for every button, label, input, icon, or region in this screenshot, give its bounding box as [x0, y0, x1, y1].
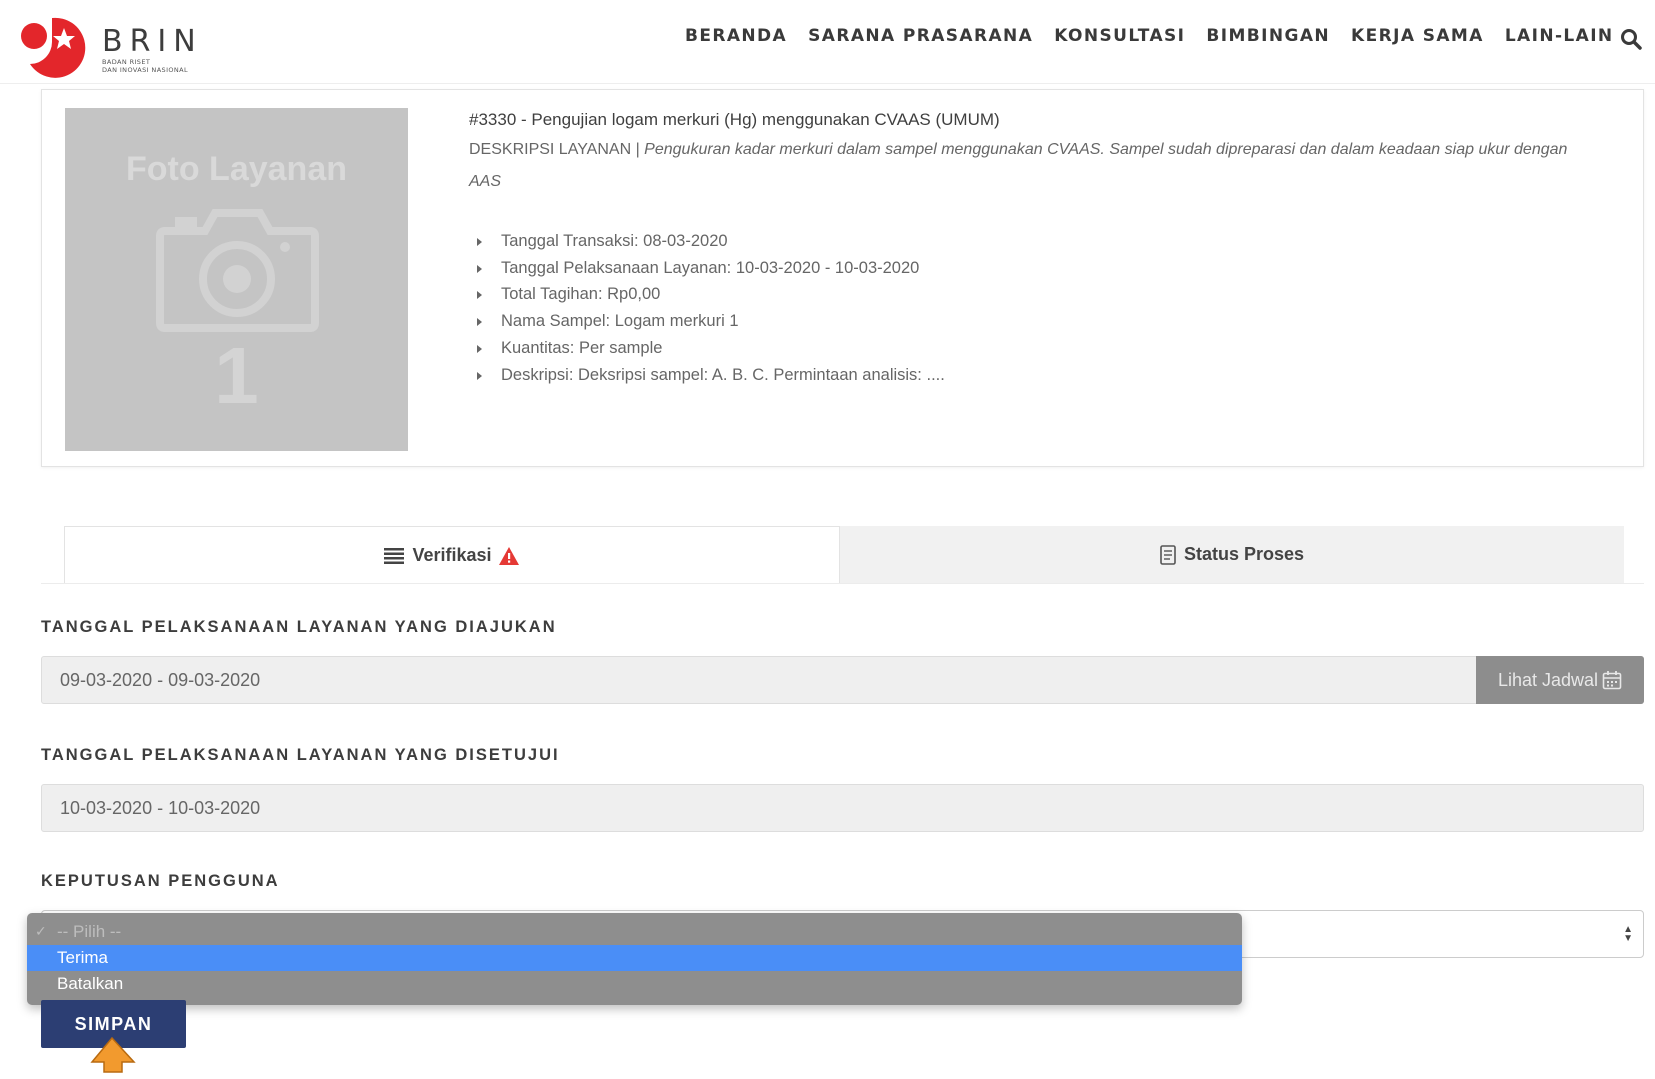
decision-dropdown-list: ✓ -- Pilih -- Terima Batalkan	[27, 913, 1242, 1005]
list-icon	[384, 547, 405, 564]
option-terima[interactable]: Terima	[27, 945, 1242, 971]
service-card: Foto Layanan 1 #3330 - Pengujian logam m…	[41, 89, 1644, 467]
description-label: DESKRIPSI LAYANAN |	[469, 141, 645, 158]
requested-date-field[interactable]: 09-03-2020 - 09-03-2020	[41, 656, 1644, 704]
service-details-list: Tanggal Transaksi: 08-03-2020 Tanggal Pe…	[469, 228, 1569, 388]
pointer-cursor-icon	[90, 1034, 140, 1079]
tab-verifikasi-label: Verifikasi	[412, 545, 492, 565]
option-pilih[interactable]: ✓ -- Pilih --	[27, 919, 1242, 945]
decision-label: KEPUTUSAN PENGGUNA	[41, 872, 280, 890]
warning-icon	[498, 546, 520, 566]
option-pilih-label: -- Pilih --	[57, 922, 122, 941]
lihat-jadwal-button[interactable]: Lihat Jadwal	[1476, 656, 1644, 704]
detail-total-tagihan: Total Tagihan: Rp0,00	[469, 281, 1569, 308]
requested-date-value: 09-03-2020 - 09-03-2020	[60, 669, 261, 690]
check-icon: ✓	[35, 923, 47, 939]
lihat-jadwal-label: Lihat Jadwal	[1497, 669, 1599, 690]
photo-number: 1	[214, 331, 259, 420]
service-info: #3330 - Pengujian logam merkuri (Hg) men…	[469, 108, 1569, 388]
tab-status-proses[interactable]: Status Proses	[840, 526, 1624, 584]
tab-bar: Verifikasi Status Proses	[64, 526, 1624, 584]
approved-date-label: TANGGAL PELAKSANAAN LAYANAN YANG DISETUJ…	[41, 746, 560, 764]
site-header: BRIN BADAN RISET DAN INOVASI NASIONAL BE…	[0, 0, 1655, 84]
detail-nama-sampel: Nama Sampel: Logam merkuri 1	[469, 308, 1569, 335]
nav-item-lain-lain[interactable]: LAIN-LAIN	[1505, 26, 1614, 46]
requested-date-label: TANGGAL PELAKSANAAN LAYANAN YANG DIAJUKA…	[41, 618, 557, 636]
nav-item-bimbingan[interactable]: BIMBINGAN	[1206, 26, 1330, 46]
main-nav: BERANDA SARANA PRASARANA KONSULTASI BIMB…	[685, 26, 1635, 46]
photo-title: Foto Layanan	[125, 150, 348, 188]
tab-verifikasi[interactable]: Verifikasi	[64, 526, 840, 584]
detail-deskripsi: Deskripsi: Deksripsi sampel: A. B. C. Pe…	[469, 362, 1569, 389]
nav-item-beranda[interactable]: BERANDA	[685, 26, 787, 46]
tab-divider	[41, 583, 1644, 584]
nav-item-sarana-prasarana[interactable]: SARANA PRASARANA	[808, 26, 1033, 46]
search-icon[interactable]	[1620, 28, 1644, 52]
brand-subtitle-2: DAN INOVASI NASIONAL	[102, 66, 189, 74]
brin-logo[interactable]: BRIN BADAN RISET DAN INOVASI NASIONAL	[18, 14, 223, 86]
service-photo-placeholder: Foto Layanan 1	[65, 108, 408, 451]
option-terima-label: Terima	[57, 948, 109, 967]
calendar-icon	[1602, 670, 1622, 690]
brand-subtitle-1: BADAN RISET	[102, 58, 151, 66]
nav-item-kerja-sama[interactable]: KERJA SAMA	[1351, 26, 1484, 46]
service-description: DESKRIPSI LAYANAN | Pengukuran kadar mer…	[469, 134, 1569, 198]
brand-name: BRIN	[102, 24, 203, 59]
camera-icon	[155, 203, 320, 338]
service-title: #3330 - Pengujian logam merkuri (Hg) men…	[469, 110, 1000, 129]
approved-date-field: 10-03-2020 - 10-03-2020	[41, 784, 1644, 832]
tab-status-proses-label: Status Proses	[1183, 544, 1305, 564]
option-batalkan-label: Batalkan	[57, 974, 124, 993]
brin-logo-mark	[18, 14, 90, 86]
option-batalkan[interactable]: Batalkan	[27, 971, 1242, 997]
select-arrows-icon: ▲ ▼	[1623, 924, 1633, 944]
nav-item-konsultasi[interactable]: KONSULTASI	[1054, 26, 1185, 46]
approved-date-value: 10-03-2020 - 10-03-2020	[60, 797, 261, 818]
detail-tanggal-pelaksanaan: Tanggal Pelaksanaan Layanan: 10-03-2020 …	[469, 255, 1569, 282]
detail-tanggal-transaksi: Tanggal Transaksi: 08-03-2020	[469, 228, 1569, 255]
detail-kuantitas: Kuantitas: Per sample	[469, 335, 1569, 362]
document-icon	[1160, 544, 1176, 565]
